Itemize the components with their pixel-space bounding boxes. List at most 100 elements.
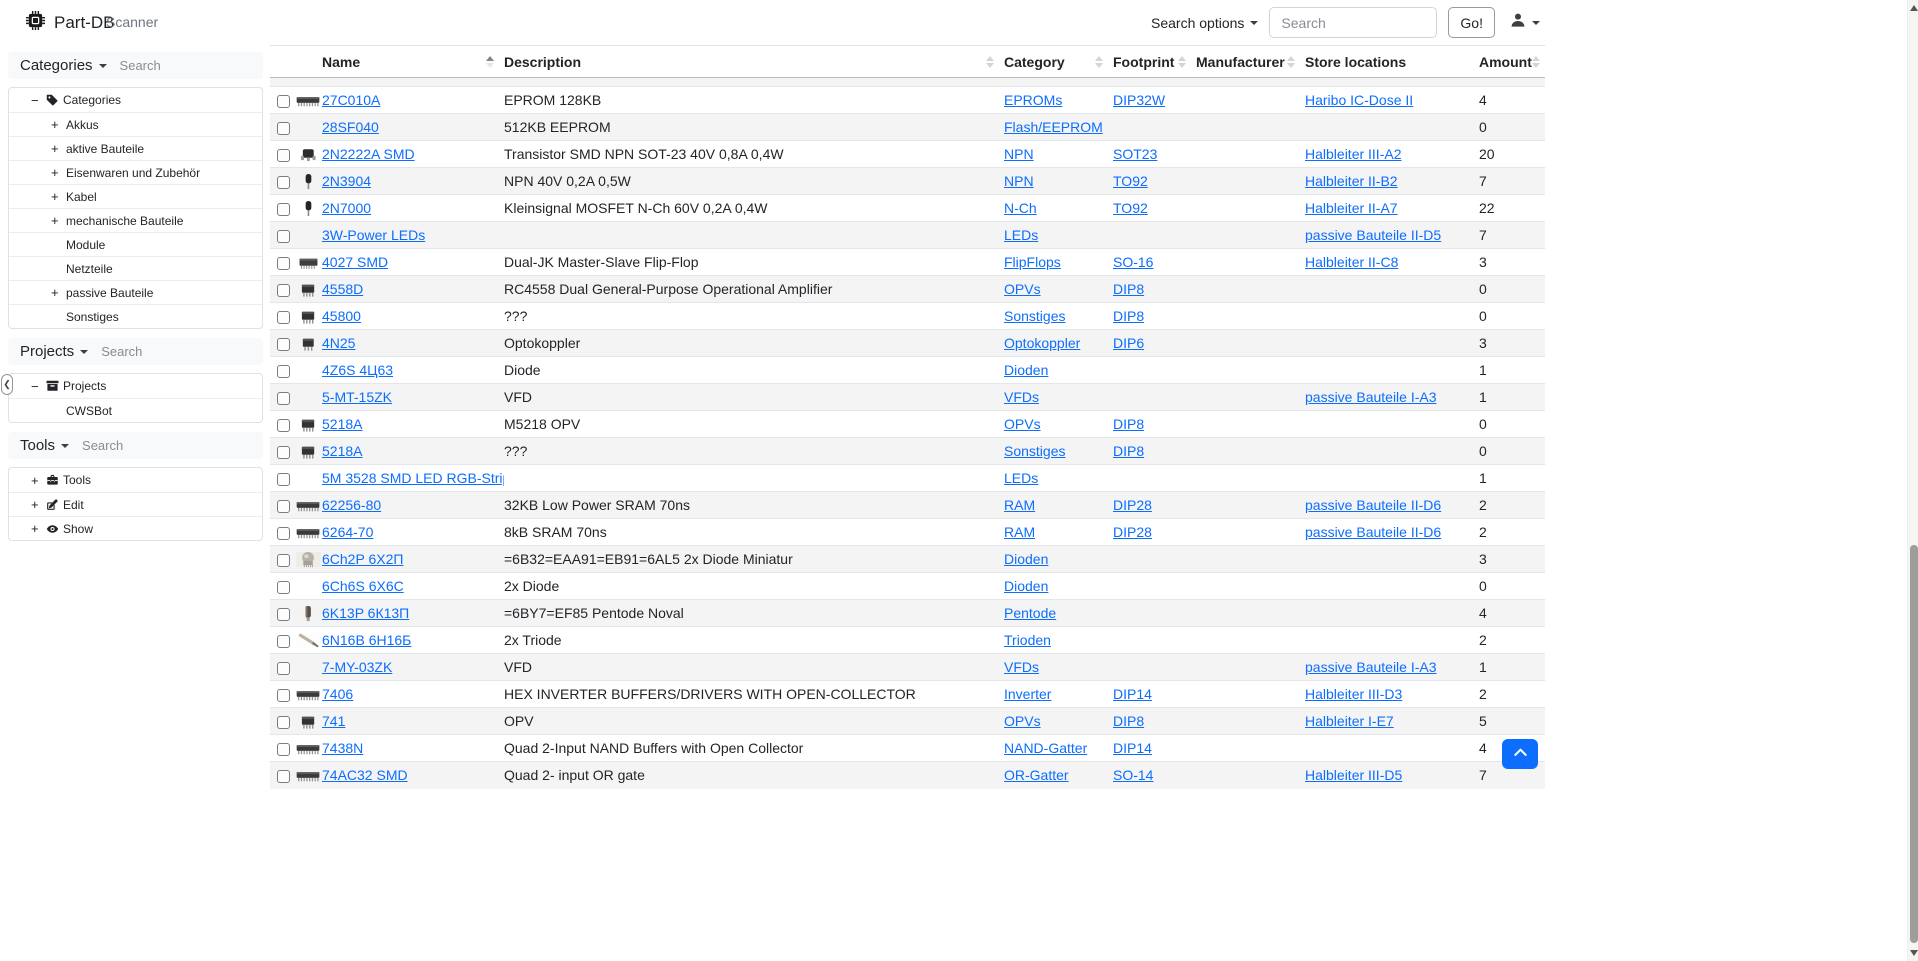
column-header-manufacturer[interactable]: Manufacturer <box>1196 46 1305 78</box>
tube-photo-thumbnail[interactable] <box>295 550 322 566</box>
expand-toggle[interactable]: + <box>31 521 46 536</box>
expand-toggle[interactable]: + <box>51 117 66 132</box>
category-link[interactable]: Sonstiges <box>1004 308 1065 324</box>
column-header-description[interactable]: Description <box>504 46 1004 78</box>
search-input[interactable] <box>1269 7 1437 38</box>
scroll-to-top-button[interactable] <box>1502 739 1538 769</box>
store-location-link[interactable]: Haribo IC-Dose II <box>1305 92 1413 108</box>
category-link[interactable]: Optokoppler <box>1004 335 1080 351</box>
store-location-link[interactable]: Halbleiter III-D5 <box>1305 767 1402 783</box>
tree-item-module[interactable]: Module <box>9 232 262 256</box>
dip-long-chip-thumbnail[interactable] <box>295 685 322 701</box>
page-scrollbar[interactable] <box>1907 0 1918 961</box>
store-location-link[interactable]: Halbleiter III-D3 <box>1305 686 1402 702</box>
expand-toggle[interactable]: + <box>51 213 66 228</box>
tools-dropdown[interactable]: Tools <box>20 437 69 454</box>
part-name-link[interactable]: 74AC32 SMD <box>322 767 408 783</box>
footprint-link[interactable]: DIP8 <box>1113 443 1144 459</box>
row-select-checkbox[interactable] <box>277 689 290 702</box>
category-link[interactable]: VFDs <box>1004 659 1039 675</box>
row-select-checkbox[interactable] <box>277 149 290 162</box>
category-link[interactable]: VFDs <box>1004 389 1039 405</box>
tube-vertical-thumbnail[interactable] <box>295 604 322 620</box>
store-location-link[interactable]: Halbleiter II-C8 <box>1305 254 1398 270</box>
part-name-link[interactable]: 27C010A <box>322 92 380 108</box>
category-link[interactable]: Dioden <box>1004 551 1048 567</box>
store-location-link[interactable]: passive Bauteile I-A3 <box>1305 389 1437 405</box>
footprint-link[interactable]: DIP8 <box>1113 281 1144 297</box>
tree-item-projects[interactable]: −Projects <box>9 374 262 398</box>
tree-item-kabel[interactable]: +Kabel <box>9 184 262 208</box>
dip8-chip-thumbnail[interactable] <box>295 442 322 458</box>
column-header-store-locations[interactable]: Store locations <box>1305 46 1478 78</box>
part-name-link[interactable]: 7438N <box>322 740 363 756</box>
user-menu-dropdown[interactable] <box>1510 12 1540 33</box>
expand-toggle[interactable]: + <box>51 165 66 180</box>
category-link[interactable]: RAM <box>1004 524 1035 540</box>
part-name-link[interactable]: 4N25 <box>322 335 355 351</box>
footprint-link[interactable]: DIP6 <box>1113 335 1144 351</box>
dip-long-chip-thumbnail[interactable] <box>295 739 322 755</box>
expand-toggle[interactable]: + <box>51 285 66 300</box>
sidebar-collapse-handle[interactable]: ❮ <box>1 374 13 395</box>
tree-item-netzteile[interactable]: Netzteile <box>9 256 262 280</box>
part-name-link[interactable]: 4558D <box>322 281 363 297</box>
category-link[interactable]: Dioden <box>1004 578 1048 594</box>
dip8-chip-thumbnail[interactable] <box>295 415 322 431</box>
tube-diagonal-thumbnail[interactable] <box>295 631 322 647</box>
store-location-link[interactable]: passive Bauteile II-D6 <box>1305 524 1441 540</box>
store-location-link[interactable]: Halbleiter III-A2 <box>1305 146 1401 162</box>
dip-long-chip-thumbnail[interactable] <box>295 496 322 512</box>
footprint-link[interactable]: TO92 <box>1113 173 1148 189</box>
store-location-link[interactable]: passive Bauteile I-A3 <box>1305 659 1437 675</box>
row-select-checkbox[interactable] <box>277 527 290 540</box>
row-select-checkbox[interactable] <box>277 122 290 135</box>
expand-toggle[interactable]: + <box>51 141 66 156</box>
to92-transistor-thumbnail[interactable] <box>295 199 322 215</box>
footprint-link[interactable]: SOT23 <box>1113 146 1157 162</box>
column-header-name[interactable]: Name <box>322 46 504 78</box>
tree-item-categories[interactable]: −Categories <box>9 88 262 112</box>
expand-toggle[interactable]: + <box>51 189 66 204</box>
dip6-chip-thumbnail[interactable] <box>295 334 322 350</box>
row-select-checkbox[interactable] <box>277 230 290 243</box>
store-location-link[interactable]: Halbleiter II-B2 <box>1305 173 1398 189</box>
category-link[interactable]: OPVs <box>1004 416 1041 432</box>
dip8-chip-thumbnail[interactable] <box>295 280 322 296</box>
part-name-link[interactable]: 5218A <box>322 443 362 459</box>
row-select-checkbox[interactable] <box>277 635 290 648</box>
footprint-link[interactable]: DIP8 <box>1113 416 1144 432</box>
part-name-link[interactable]: 3W-Power LEDs <box>322 227 425 243</box>
footprint-link[interactable]: SO-14 <box>1113 767 1153 783</box>
category-link[interactable]: NPN <box>1004 173 1034 189</box>
row-select-checkbox[interactable] <box>277 662 290 675</box>
app-brand[interactable]: Part-DB <box>26 11 114 35</box>
scrollbar-down-arrow[interactable] <box>1910 950 1918 956</box>
go-button[interactable]: Go! <box>1448 7 1495 38</box>
categories-search-input[interactable] <box>120 58 230 73</box>
tree-item-passive-bauteile[interactable]: +passive Bauteile <box>9 280 262 304</box>
collapse-toggle[interactable]: − <box>31 379 46 394</box>
store-location-link[interactable]: Halbleiter I-E7 <box>1305 713 1394 729</box>
category-link[interactable]: NPN <box>1004 146 1034 162</box>
footprint-link[interactable]: DIP32W <box>1113 92 1165 108</box>
category-link[interactable]: OPVs <box>1004 713 1041 729</box>
row-select-checkbox[interactable] <box>277 770 290 783</box>
part-name-link[interactable]: 62256-80 <box>322 497 381 513</box>
store-location-link[interactable]: passive Bauteile II-D5 <box>1305 227 1441 243</box>
footprint-link[interactable]: DIP14 <box>1113 740 1152 756</box>
part-name-link[interactable]: 7-MY-03ZK <box>322 659 392 675</box>
part-name-link[interactable]: 6264-70 <box>322 524 373 540</box>
part-name-link[interactable]: 5218A <box>322 416 362 432</box>
tree-item-cwsbot[interactable]: CWSBot <box>9 398 262 422</box>
store-location-link[interactable]: passive Bauteile II-D6 <box>1305 497 1441 513</box>
tree-item-mechanische-bauteile[interactable]: +mechanische Bauteile <box>9 208 262 232</box>
row-select-checkbox[interactable] <box>277 716 290 729</box>
category-link[interactable]: Flash/EEPROM <box>1004 119 1103 135</box>
category-link[interactable]: FlipFlops <box>1004 254 1061 270</box>
projects-dropdown[interactable]: Projects <box>20 343 88 360</box>
footprint-link[interactable]: DIP28 <box>1113 497 1152 513</box>
expand-toggle[interactable]: + <box>31 473 46 488</box>
footprint-link[interactable]: DIP8 <box>1113 713 1144 729</box>
row-select-checkbox[interactable] <box>277 743 290 756</box>
